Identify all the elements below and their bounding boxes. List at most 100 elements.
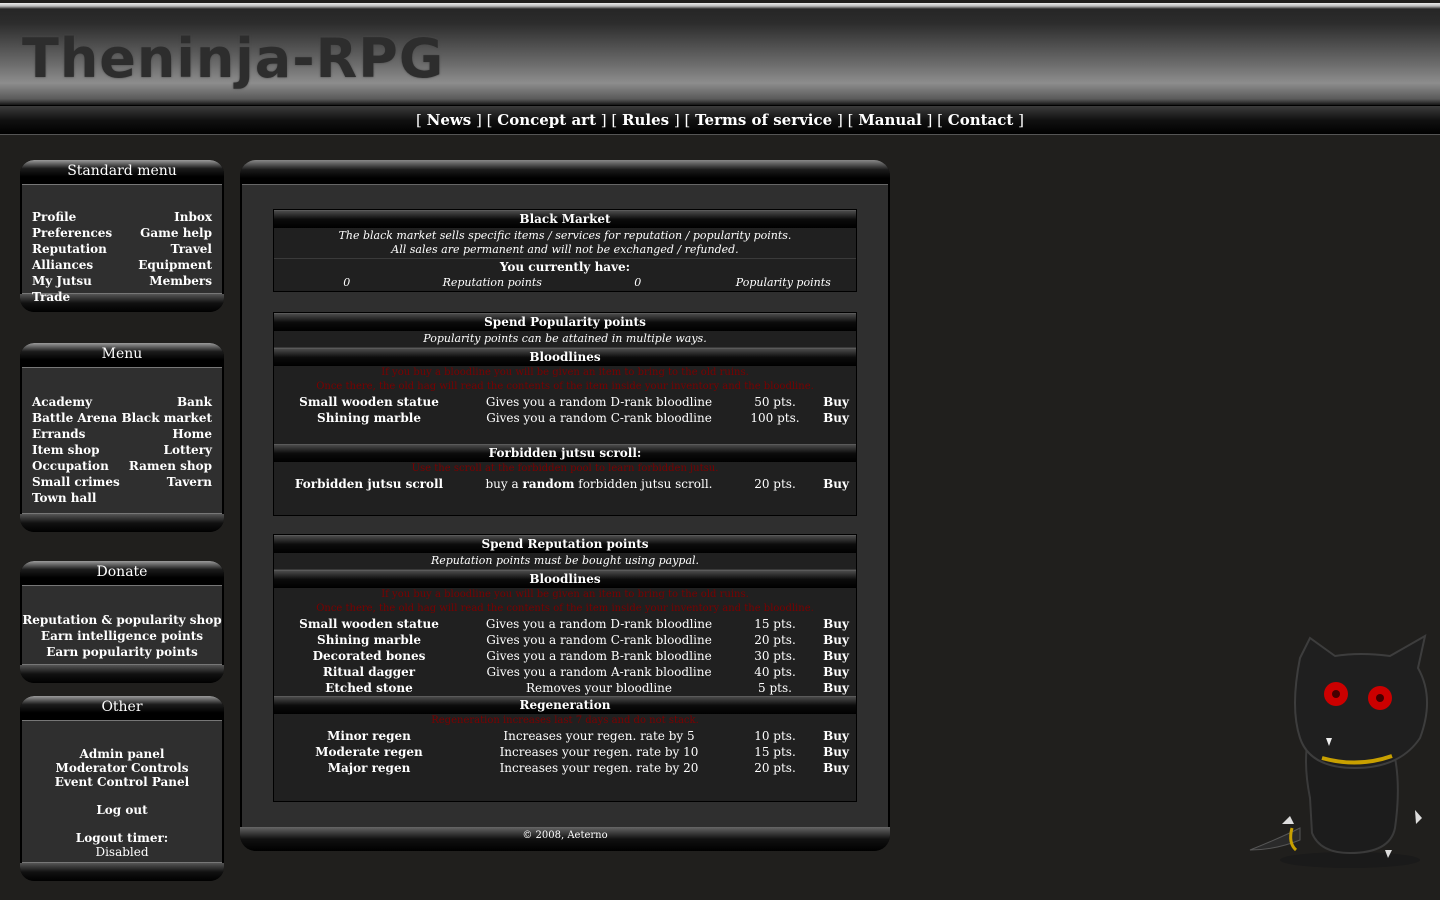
buy-button[interactable]: Buy (816, 728, 856, 744)
reputation-warning-1: If you buy a bloodline you will be given… (381, 589, 749, 600)
reputation-points-label: Reputation points (442, 276, 542, 289)
item-name: Small wooden statue (299, 395, 439, 409)
item-desc: Increases your regen. rate by 10 (499, 745, 699, 759)
menu-preferences[interactable]: Preferences (32, 225, 112, 241)
copyright-footer: © 2008, Aeterno (240, 827, 890, 851)
donate-body: Reputation & popularity shop Earn intell… (22, 585, 222, 665)
buy-button[interactable]: Buy (816, 664, 856, 680)
reputation-points-value: 0 (343, 276, 351, 289)
nav-rules[interactable]: Rules (622, 111, 669, 129)
buy-button[interactable]: Buy (816, 648, 856, 664)
nav-news[interactable]: News (427, 111, 472, 129)
menu-tavern[interactable]: Tavern (167, 474, 212, 490)
menu-trade[interactable]: Trade (32, 289, 112, 305)
item-name: Minor regen (327, 729, 411, 743)
regeneration-title: Regeneration (274, 696, 856, 714)
item-name: Shining marble (317, 411, 421, 425)
donate-earn-intelligence[interactable]: Earn intelligence points (22, 628, 222, 644)
donate-earn-popularity[interactable]: Earn popularity points (22, 644, 222, 660)
menu-item-shop[interactable]: Item shop (32, 442, 120, 458)
points-summary: 0 Reputation points 0 Popularity points (274, 275, 856, 291)
buy-button[interactable]: Buy (816, 476, 856, 492)
menu-members[interactable]: Members (149, 273, 212, 289)
menu-black-market[interactable]: Black market (121, 410, 212, 426)
top-navigation: [ News ] [ Concept art ] [ Rules ] [ Ter… (0, 105, 1440, 135)
shop-row: Minor regen Increases your regen. rate b… (274, 728, 856, 744)
menu-small-crimes[interactable]: Small crimes (32, 474, 120, 490)
nav-contact[interactable]: Contact (948, 111, 1014, 129)
other-event-control-panel[interactable]: Event Control Panel (22, 775, 222, 789)
menu-ramen-shop[interactable]: Ramen shop (129, 458, 212, 474)
menu-my-jutsu[interactable]: My Jutsu (32, 273, 112, 289)
menu-bank[interactable]: Bank (177, 394, 212, 410)
item-price: 20 pts. (754, 633, 796, 647)
item-desc: Increases your regen. rate by 5 (503, 729, 695, 743)
menu-home[interactable]: Home (172, 426, 212, 442)
other-title: Other (20, 696, 224, 720)
other-moderator-controls[interactable]: Moderator Controls (22, 761, 222, 775)
menu-travel[interactable]: Travel (171, 241, 212, 257)
item-desc: Gives you a random D-rank bloodline (485, 395, 713, 409)
shop-row: Small wooden statue Gives you a random D… (274, 394, 856, 410)
menu-battle-arena[interactable]: Battle Arena (32, 410, 120, 426)
main-menu-title: Menu (20, 343, 224, 367)
menu-profile[interactable]: Profile (32, 209, 112, 225)
shop-row: Moderate regen Increases your regen. rat… (274, 744, 856, 760)
reputation-panel: Spend Reputation points Reputation point… (273, 534, 857, 802)
reputation-title: Spend Reputation points (274, 535, 856, 553)
other-admin-panel[interactable]: Admin panel (22, 747, 222, 761)
menu-reputation[interactable]: Reputation (32, 241, 112, 257)
item-name: Shining marble (317, 633, 421, 647)
popularity-bloodlines-title: Bloodlines (274, 348, 856, 366)
buy-button[interactable]: Buy (816, 680, 856, 696)
forbidden-scroll-warning: Use the scroll at the forbidden pool to … (411, 463, 719, 474)
buy-button[interactable]: Buy (816, 394, 856, 410)
buy-button[interactable]: Buy (816, 616, 856, 632)
standard-menu-title: Standard menu (20, 160, 224, 184)
logout-link[interactable]: Log out (22, 803, 222, 817)
buy-button[interactable]: Buy (816, 760, 856, 776)
item-name: Small wooden statue (299, 617, 439, 631)
menu-errands[interactable]: Errands (32, 426, 120, 442)
item-price: 15 pts. (754, 745, 796, 759)
menu-town-hall[interactable]: Town hall (32, 490, 120, 506)
main-menu-box: Menu Academy Battle Arena Errands Item s… (20, 343, 224, 532)
buy-button[interactable]: Buy (816, 410, 856, 426)
popularity-intro: Popularity points can be attained in mul… (274, 331, 856, 348)
item-price: 20 pts. (754, 761, 796, 775)
logout-timer-label: Logout timer: (75, 831, 169, 845)
item-desc: Gives you a random C-rank bloodline (486, 633, 712, 647)
shop-row: Ritual dagger Gives you a random A-rank … (274, 664, 856, 680)
menu-academy[interactable]: Academy (32, 394, 120, 410)
standard-menu-body: Profile Preferences Reputation Alliances… (22, 184, 222, 304)
menu-lottery[interactable]: Lottery (164, 442, 212, 458)
popularity-panel: Spend Popularity points Popularity point… (273, 312, 857, 516)
menu-inbox[interactable]: Inbox (174, 209, 212, 225)
item-price: 50 pts. (754, 395, 796, 409)
buy-button[interactable]: Buy (816, 632, 856, 648)
menu-game-help[interactable]: Game help (140, 225, 212, 241)
shop-row: Shining marble Gives you a random C-rank… (274, 410, 856, 426)
shop-row: Decorated bones Gives you a random B-ran… (274, 648, 856, 664)
currently-have-label: You currently have: (499, 260, 631, 274)
item-price: 100 pts. (750, 411, 800, 425)
shop-row: Small wooden statue Gives you a random D… (274, 616, 856, 632)
item-desc: Gives you a random C-rank bloodline (486, 411, 712, 425)
standard-menu-box: Standard menu Profile Preferences Reputa… (20, 160, 224, 312)
reputation-intro: Reputation points must be bought using p… (274, 553, 856, 570)
menu-alliances[interactable]: Alliances (32, 257, 112, 273)
nav-manual[interactable]: Manual (858, 111, 922, 129)
nav-terms[interactable]: Terms of service (695, 111, 832, 129)
nav-concept-art[interactable]: Concept art (497, 111, 596, 129)
buy-button[interactable]: Buy (816, 744, 856, 760)
popularity-points-value: 0 (634, 276, 642, 289)
item-desc: Gives you a random B-rank bloodline (486, 649, 712, 663)
donate-rep-pop-shop[interactable]: Reputation & popularity shop (22, 612, 222, 628)
menu-equipment[interactable]: Equipment (138, 257, 212, 273)
reputation-bloodlines-title: Bloodlines (274, 570, 856, 588)
reputation-warning-2: Once there, the old hag will read the co… (316, 603, 814, 614)
shop-row: Major regen Increases your regen. rate b… (274, 760, 856, 776)
item-price: 40 pts. (754, 665, 796, 679)
menu-occupation[interactable]: Occupation (32, 458, 120, 474)
main-content: Black Market The black market sells spec… (240, 160, 890, 851)
